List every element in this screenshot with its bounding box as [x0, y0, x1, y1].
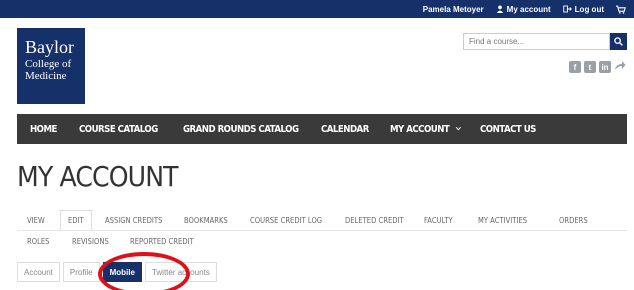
facebook-icon[interactable]: f	[569, 61, 581, 73]
page-title: MY ACCOUNT	[17, 160, 179, 193]
tab-roles[interactable]: ROLES	[27, 237, 49, 246]
tab-revisions[interactable]: REVISIONS	[72, 237, 109, 246]
nav-grand-rounds-catalog[interactable]: GRAND ROUNDS CATALOG	[183, 124, 299, 135]
tab-deleted-credit[interactable]: DELETED CREDIT	[345, 216, 404, 225]
nav-contact-us[interactable]: CONTACT US	[480, 124, 536, 135]
baylor-logo[interactable]: Baylor College of Medicine	[17, 28, 85, 104]
search-input[interactable]	[463, 33, 610, 50]
twitter-icon[interactable]: t	[584, 61, 596, 73]
nav-my-account-label: MY ACCOUNT	[390, 123, 450, 135]
user-name: Pamela Metoyer	[422, 4, 484, 14]
tab-orders[interactable]: ORDERS	[559, 216, 588, 225]
tab-assign-credits[interactable]: ASSIGN CREDITS	[105, 216, 162, 225]
tab-bookmarks[interactable]: BOOKMARKS	[184, 216, 228, 225]
tab-course-credit-log[interactable]: COURSE CREDIT LOG	[250, 216, 322, 225]
account-tabs: VIEW EDIT ASSIGN CREDITS BOOKMARKS COURS…	[17, 210, 627, 252]
cart-button[interactable]	[616, 5, 626, 14]
tab-faculty[interactable]: FACULTY	[424, 216, 453, 225]
highlight-circle	[98, 252, 190, 290]
cart-icon	[616, 5, 626, 14]
subtab-profile[interactable]: Profile	[62, 262, 100, 282]
nav-home[interactable]: HOME	[30, 124, 57, 135]
nav-my-account[interactable]: MY ACCOUNT	[390, 124, 461, 135]
social-links: f t in	[569, 58, 626, 76]
log-out-label: Log out	[574, 4, 604, 14]
logo-line-1: Baylor	[25, 37, 74, 57]
share-icon[interactable]	[614, 58, 626, 76]
logo-line-3: Medicine	[25, 70, 67, 82]
chevron-down-icon	[455, 126, 461, 131]
log-out-link[interactable]: Log out	[562, 4, 604, 14]
search-icon	[614, 37, 623, 46]
linkedin-icon[interactable]: in	[599, 61, 611, 73]
tab-divider	[17, 230, 627, 231]
nav-calendar[interactable]: CALENDAR	[321, 124, 369, 135]
nav-course-catalog[interactable]: COURSE CATALOG	[79, 124, 158, 135]
course-search	[463, 33, 627, 50]
my-account-link[interactable]: My account	[496, 5, 551, 14]
my-account-label: My account	[506, 4, 551, 14]
tab-view[interactable]: VIEW	[27, 216, 45, 225]
tab-my-activities[interactable]: MY ACTIVITIES	[478, 216, 527, 225]
tab-edit[interactable]: EDIT	[68, 216, 84, 225]
search-button[interactable]	[610, 33, 627, 50]
tab-reported-credit[interactable]: REPORTED CREDIT	[130, 237, 194, 246]
main-navbar: HOME COURSE CATALOG GRAND ROUNDS CATALOG…	[17, 114, 627, 144]
log-out-icon	[562, 5, 572, 13]
subtab-account[interactable]: Account	[17, 262, 60, 282]
user-icon	[496, 5, 503, 13]
top-utility-bar: Pamela Metoyer My account Log out	[0, 0, 634, 18]
logo-line-2: College of	[25, 58, 72, 70]
